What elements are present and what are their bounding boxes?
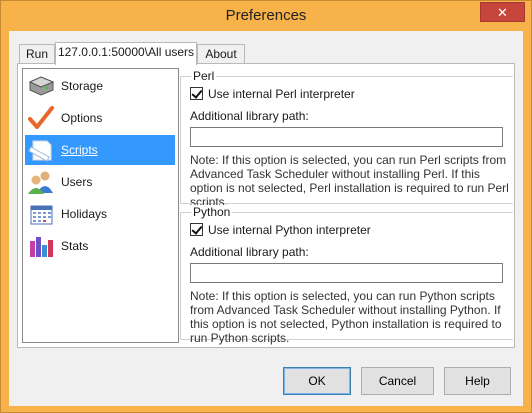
- python-use-internal-checkbox[interactable]: [190, 223, 203, 236]
- ok-button[interactable]: OK: [283, 367, 351, 395]
- nav-item-options[interactable]: Options: [25, 103, 175, 133]
- preferences-window: Preferences ✕ Run 127.0.0.1:50000\All us…: [0, 0, 532, 413]
- python-lib-path-label: Additional library path:: [190, 245, 309, 259]
- bar-chart-icon: [27, 233, 55, 259]
- title-bar[interactable]: Preferences ✕: [1, 1, 531, 31]
- tab-panel: Storage Options Scripts Users Holidays S…: [17, 63, 515, 348]
- perl-group: Perl Use internal Perl interpreter Addit…: [180, 69, 513, 209]
- category-list[interactable]: Storage Options Scripts Users Holidays S…: [22, 68, 179, 343]
- python-group-title: Python: [191, 205, 233, 219]
- perl-note: Note: If this option is selected, you ca…: [190, 153, 509, 209]
- perl-use-internal-label: Use internal Perl interpreter: [208, 87, 355, 101]
- perl-group-title: Perl: [191, 69, 217, 83]
- storage-drive-icon: [27, 73, 55, 99]
- tab-all-users[interactable]: 127.0.0.1:50000\All users: [55, 42, 197, 65]
- tab-about[interactable]: About: [197, 44, 245, 64]
- python-note: Note: If this option is selected, you ca…: [190, 289, 502, 345]
- users-icon: [27, 169, 55, 195]
- python-lib-path-input[interactable]: [190, 263, 503, 283]
- nav-item-holidays[interactable]: Holidays: [25, 199, 175, 229]
- nav-item-stats[interactable]: Stats: [25, 231, 175, 261]
- cancel-button[interactable]: Cancel: [361, 367, 434, 395]
- nav-item-users[interactable]: Users: [25, 167, 175, 197]
- python-group: Python Use internal Python interpreter A…: [180, 205, 513, 345]
- nav-item-label: Users: [61, 175, 93, 189]
- nav-item-label: Holidays: [61, 207, 108, 221]
- close-button[interactable]: ✕: [480, 2, 525, 22]
- perl-lib-path-input[interactable]: [190, 127, 503, 147]
- nav-item-label: Scripts: [61, 143, 98, 157]
- nav-item-storage[interactable]: Storage: [25, 71, 175, 101]
- nav-item-label: Stats: [61, 239, 89, 253]
- nav-item-scripts[interactable]: Scripts: [25, 135, 175, 165]
- help-button[interactable]: Help: [444, 367, 511, 395]
- tab-run[interactable]: Run: [19, 44, 55, 64]
- nav-item-label: Options: [61, 111, 103, 125]
- calendar-icon: [27, 201, 55, 227]
- nav-item-label: Storage: [61, 79, 104, 93]
- window-title: Preferences: [225, 7, 307, 24]
- perl-lib-path-label: Additional library path:: [190, 109, 309, 123]
- python-use-internal-label: Use internal Python interpreter: [208, 223, 371, 237]
- checkmark-icon: [27, 105, 55, 131]
- perl-use-internal-checkbox[interactable]: [190, 87, 203, 100]
- script-document-icon: [27, 137, 55, 163]
- dialog-client-area: Run 127.0.0.1:50000\All users About Stor…: [9, 31, 523, 406]
